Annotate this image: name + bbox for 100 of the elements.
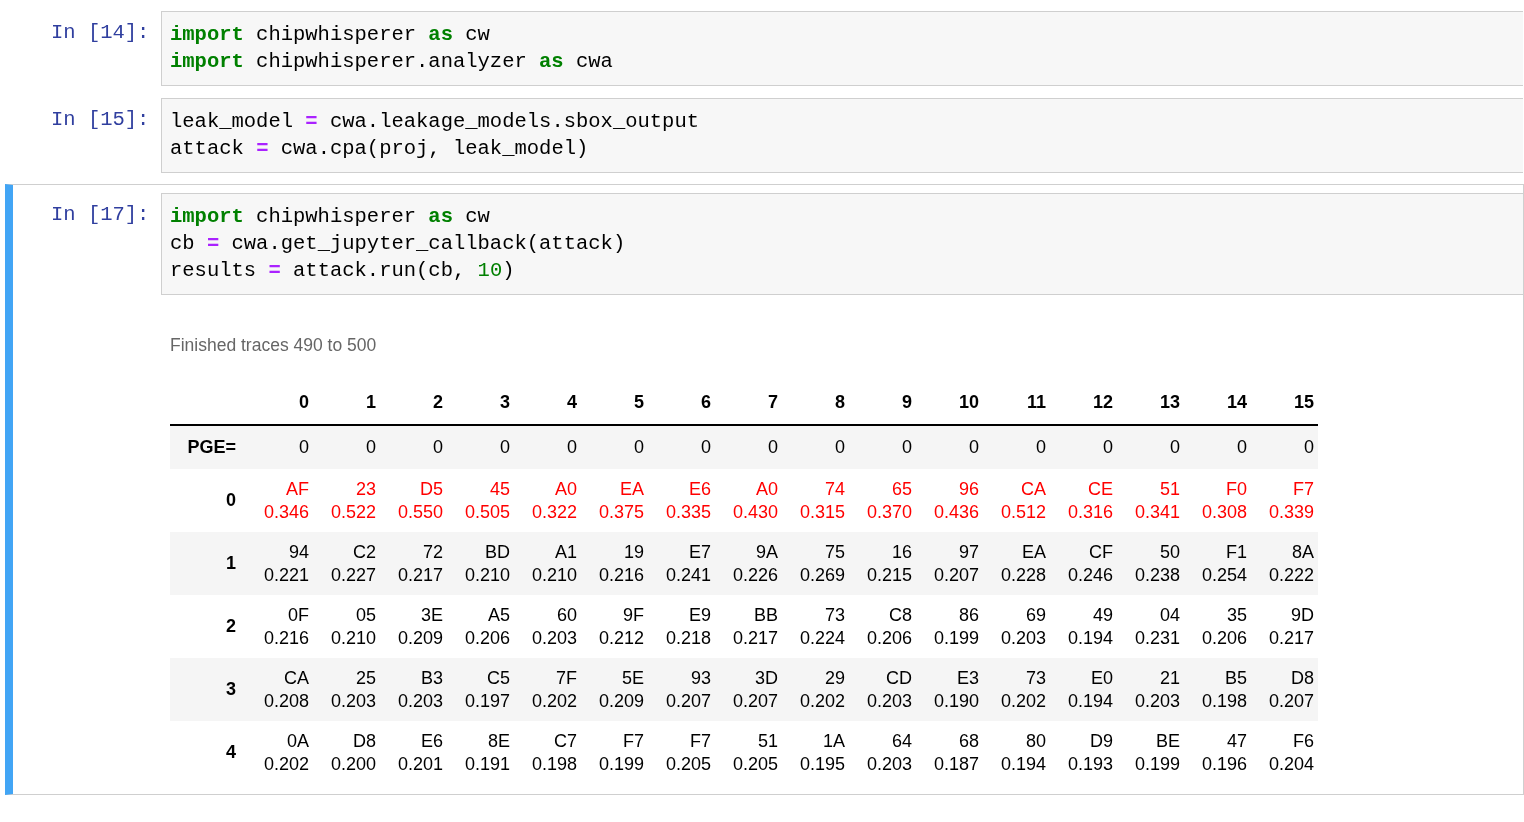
key-byte-text: CD <box>885 666 912 690</box>
correlation-text: 0.512 <box>999 500 1046 524</box>
correlation-text: 0.241 <box>664 563 711 587</box>
key-byte-text: 86 <box>957 603 979 627</box>
correlation-text: 0.370 <box>865 500 912 524</box>
correlation-text: 0.207 <box>932 563 979 587</box>
correlation-text: 0.228 <box>999 563 1046 587</box>
column-header: 8 <box>835 391 845 412</box>
correlation-text: 0.215 <box>865 563 912 587</box>
key-byte-text: 73 <box>823 603 845 627</box>
key-byte-text: 04 <box>1158 603 1180 627</box>
column-header: 9 <box>902 391 912 412</box>
correlation-text: 0.231 <box>1133 626 1180 650</box>
correlation-text: 0.212 <box>597 626 644 650</box>
row-header: PGE= <box>187 437 236 457</box>
key-byte-text: E9 <box>687 603 711 627</box>
cell-prompt: In [17]: <box>50 202 151 226</box>
key-byte-text: CA <box>1020 477 1046 501</box>
key-byte-text: 50 <box>1158 540 1180 564</box>
correlation-text: 0.194 <box>999 752 1046 776</box>
key-byte-text: 96 <box>957 477 979 501</box>
key-byte-text: F0 <box>1225 477 1247 501</box>
correlation-text: 0.246 <box>1066 563 1113 587</box>
row-header: 0 <box>226 490 236 510</box>
correlation-text: 0.216 <box>597 563 644 587</box>
table-cell: 0 <box>1036 437 1046 457</box>
key-byte-text: C7 <box>553 729 577 753</box>
correlation-text: 0.193 <box>1066 752 1113 776</box>
correlation-text: 0.194 <box>1066 689 1113 713</box>
correlation-text: 0.191 <box>463 752 510 776</box>
code-input[interactable]: import chipwhisperer as cw import chipwhisperer.analyzer as cwa <box>161 11 1523 86</box>
column-header: 13 <box>1159 391 1180 412</box>
key-byte-text: 35 <box>1225 603 1247 627</box>
key-byte-text: A1 <box>553 540 577 564</box>
correlation-text: 0.203 <box>329 689 376 713</box>
key-byte-text: 21 <box>1158 666 1180 690</box>
correlation-text: 0.196 <box>1200 752 1247 776</box>
code-input[interactable]: import chipwhisperer as cw cb = cwa.get_jupyter_callback(attack) results = attack.run(cb, 10) <box>161 193 1523 295</box>
correlation-text: 0.198 <box>530 752 577 776</box>
column-header: 10 <box>958 391 979 412</box>
table-cell: 0 <box>299 437 309 457</box>
key-byte-text: 64 <box>890 729 912 753</box>
column-header: 4 <box>567 391 577 412</box>
correlation-text: 0.375 <box>597 500 644 524</box>
correlation-text: 0.221 <box>262 563 309 587</box>
correlation-text: 0.224 <box>798 626 845 650</box>
correlation-text: 0.209 <box>396 626 443 650</box>
correlation-text: 0.203 <box>396 689 443 713</box>
key-byte-text: B3 <box>419 666 443 690</box>
key-byte-text: 60 <box>555 603 577 627</box>
correlation-text: 0.218 <box>664 626 711 650</box>
cell-prompt: In [14]: <box>50 20 151 44</box>
key-byte-text: 16 <box>890 540 912 564</box>
correlation-text: 0.346 <box>262 500 309 524</box>
correlation-text: 0.203 <box>1133 689 1180 713</box>
correlation-text: 0.203 <box>999 626 1046 650</box>
table-cell: 0 <box>835 437 845 457</box>
correlation-text: 0.207 <box>664 689 711 713</box>
correlation-text: 0.195 <box>798 752 845 776</box>
correlation-text: 0.206 <box>1200 626 1247 650</box>
key-byte-text: A5 <box>486 603 510 627</box>
correlation-text: 0.203 <box>865 689 912 713</box>
table-cell: 0 <box>768 437 778 457</box>
key-byte-text: F6 <box>1292 729 1314 753</box>
key-byte-text: E3 <box>955 666 979 690</box>
key-byte-text: 49 <box>1091 603 1113 627</box>
column-header: 12 <box>1092 391 1113 412</box>
key-byte-text: 7F <box>555 666 577 690</box>
correlation-text: 0.339 <box>1267 500 1314 524</box>
key-byte-text: 8E <box>486 729 510 753</box>
key-byte-text: 94 <box>287 540 309 564</box>
correlation-text: 0.200 <box>329 752 376 776</box>
correlation-text: 0.550 <box>396 500 443 524</box>
correlation-text: 0.204 <box>1267 752 1314 776</box>
correlation-text: 0.322 <box>530 500 577 524</box>
key-byte-text: 65 <box>890 477 912 501</box>
key-byte-text: BB <box>753 603 778 627</box>
correlation-text: 0.222 <box>1267 563 1314 587</box>
correlation-text: 0.203 <box>530 626 577 650</box>
key-byte-text: D8 <box>1290 666 1314 690</box>
key-byte-text: 23 <box>354 477 376 501</box>
correlation-text: 0.202 <box>798 689 845 713</box>
key-byte-text: CA <box>283 666 309 690</box>
row-header: 4 <box>226 742 236 762</box>
correlation-text: 0.308 <box>1200 500 1247 524</box>
correlation-text: 0.187 <box>932 752 979 776</box>
key-byte-text: EA <box>1021 540 1046 564</box>
table-cell: 0 <box>902 437 912 457</box>
correlation-text: 0.201 <box>396 752 443 776</box>
correlation-text: 0.199 <box>932 626 979 650</box>
column-header: 15 <box>1293 391 1314 412</box>
table-cell: 0 <box>1103 437 1113 457</box>
key-byte-text: 80 <box>1024 729 1046 753</box>
table-cell: 0 <box>433 437 443 457</box>
key-byte-text: CF <box>1088 540 1113 564</box>
key-byte-text: 51 <box>756 729 778 753</box>
correlation-text: 0.203 <box>865 752 912 776</box>
correlation-text: 0.202 <box>999 689 1046 713</box>
code-input[interactable]: leak_model = cwa.leakage_models.sbox_output attack = cwa.cpa(proj, leak_model) <box>161 98 1523 173</box>
table-cell: 0 <box>634 437 644 457</box>
